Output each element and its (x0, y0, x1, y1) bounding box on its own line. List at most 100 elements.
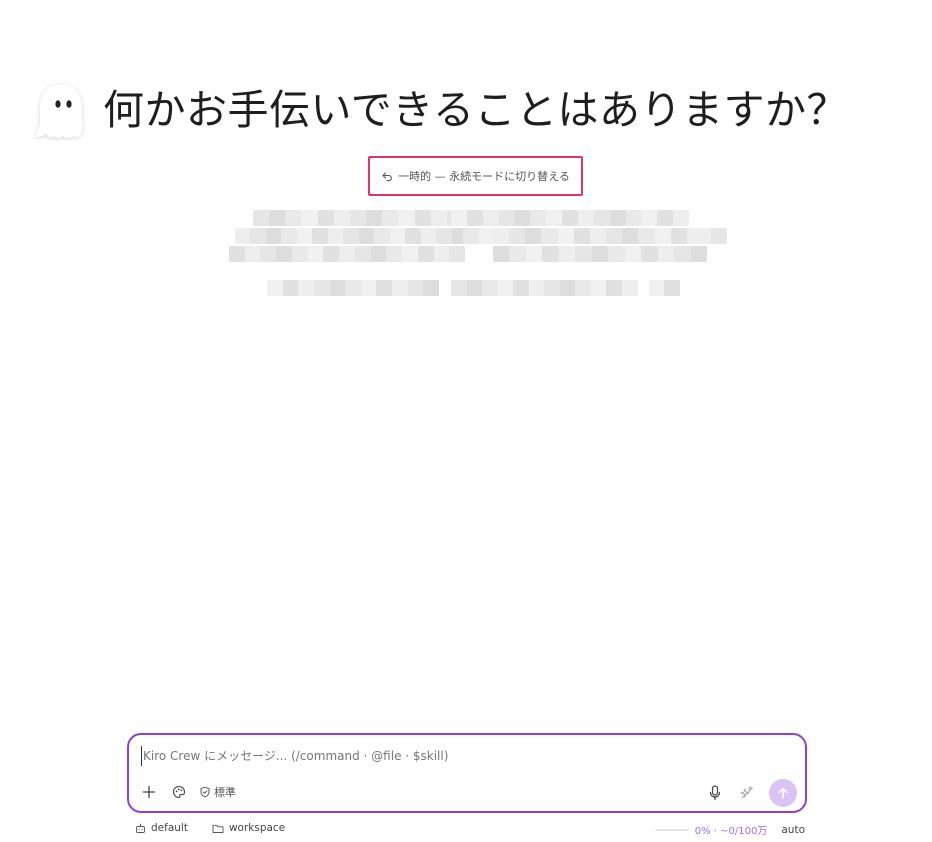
redacted-block (423, 280, 440, 296)
redacted-block (285, 210, 302, 226)
redacted-block (301, 210, 319, 226)
shield-check-icon (200, 786, 210, 798)
redacted-block (382, 210, 399, 226)
enhance-prompt-button[interactable] (737, 783, 757, 803)
footer-left: default workspace (135, 822, 285, 834)
redacted-block (389, 228, 406, 244)
redacted-block (674, 246, 692, 262)
redacted-block (267, 280, 284, 296)
redacted-block (436, 228, 453, 244)
redacted-block (296, 228, 313, 244)
redacted-block (497, 280, 514, 296)
redacted-block (313, 280, 331, 296)
redacted-block (466, 280, 483, 296)
redacted-block (591, 246, 609, 262)
palette-icon (172, 785, 186, 799)
mode-label[interactable]: auto (781, 824, 805, 836)
redacted-block (386, 246, 403, 262)
mode-switch-label: 一時的 — 永続モードに切り替える (398, 170, 570, 183)
redacted-block (509, 246, 527, 262)
redacted-block (345, 280, 362, 296)
redacted-block (329, 280, 346, 296)
context-usage: 0% · ~0/100万 (654, 822, 767, 837)
redacted-block (541, 228, 559, 244)
redacted-block (374, 228, 391, 244)
add-button[interactable] (139, 782, 159, 802)
redacted-block (558, 246, 576, 262)
redacted-block (298, 280, 315, 296)
redacted-block (657, 246, 675, 262)
redacted-block (407, 280, 424, 296)
redacted-block (621, 280, 638, 296)
redacted-block (317, 210, 335, 226)
voice-input-button[interactable] (705, 783, 725, 803)
redacted-block (575, 280, 591, 296)
redacted-block (339, 246, 356, 262)
redacted-block (528, 280, 545, 296)
palette-button[interactable] (169, 782, 189, 802)
robot-icon (136, 823, 145, 833)
ghost-icon (35, 84, 83, 138)
redacted-block (559, 280, 576, 296)
profile-selector[interactable]: default (135, 822, 188, 834)
redacted-block (606, 228, 623, 244)
redacted-block (482, 280, 498, 296)
redacted-block (260, 246, 277, 262)
redacted-block (542, 246, 560, 262)
redacted-block (370, 246, 387, 262)
redacted-block (641, 246, 659, 262)
sparkle-icon (740, 786, 753, 799)
redacted-block (482, 210, 500, 226)
redacted-block (229, 246, 246, 262)
redacted-block (323, 246, 340, 262)
redacted-block (546, 210, 563, 226)
workspace-selector[interactable]: workspace (212, 822, 285, 834)
redacted-block (608, 246, 626, 262)
redacted-block (366, 210, 383, 226)
undo-arrow-icon (382, 172, 393, 182)
redacted-block (392, 280, 409, 296)
redacted-block (250, 228, 267, 244)
redacted-block (625, 210, 642, 226)
redacted-block (493, 246, 510, 262)
redacted-block (557, 228, 575, 244)
redacted-block (269, 210, 286, 226)
redacted-block (544, 280, 560, 296)
redacted-block (673, 210, 690, 226)
redacted-block (449, 246, 466, 262)
redacted-block (493, 228, 510, 244)
redacted-block (589, 228, 607, 244)
redacted-block (525, 246, 543, 262)
redacted-block (376, 280, 393, 296)
redacted-block (686, 228, 704, 244)
status-footer: default workspace 0% · ~0/100万 auto (127, 822, 807, 838)
mode-switch-button[interactable]: 一時的 — 永続モードに切り替える (368, 156, 583, 196)
redacted-block (590, 280, 607, 296)
redacted-block (641, 210, 658, 226)
hero: 何かお手伝いできることはありますか？ (30, 78, 910, 148)
permission-mode-button[interactable]: 標準 (199, 784, 236, 800)
microphone-icon (709, 785, 721, 801)
redacted-block (466, 210, 484, 226)
redacted-block (575, 246, 593, 262)
redacted-block (498, 210, 515, 226)
redacted-block (451, 210, 468, 226)
redacted-block (360, 280, 377, 296)
redacted-block (349, 210, 367, 226)
message-composer: 標準 (127, 733, 807, 813)
redacted-block (235, 228, 251, 244)
redacted-block (343, 228, 360, 244)
composer-right-tools (705, 779, 797, 807)
hero-title: 何かお手伝いできることはありますか？ (103, 86, 848, 134)
redacted-block (664, 280, 680, 296)
message-input[interactable] (141, 746, 783, 766)
send-button[interactable] (769, 779, 797, 807)
add-icon (142, 785, 156, 799)
redacted-block (573, 228, 591, 244)
redacted-block (514, 210, 531, 226)
redacted-block (509, 228, 526, 244)
redacted-block (670, 228, 688, 244)
redacted-block (657, 210, 674, 226)
redacted-block (291, 246, 309, 262)
redacted-block (463, 228, 480, 244)
